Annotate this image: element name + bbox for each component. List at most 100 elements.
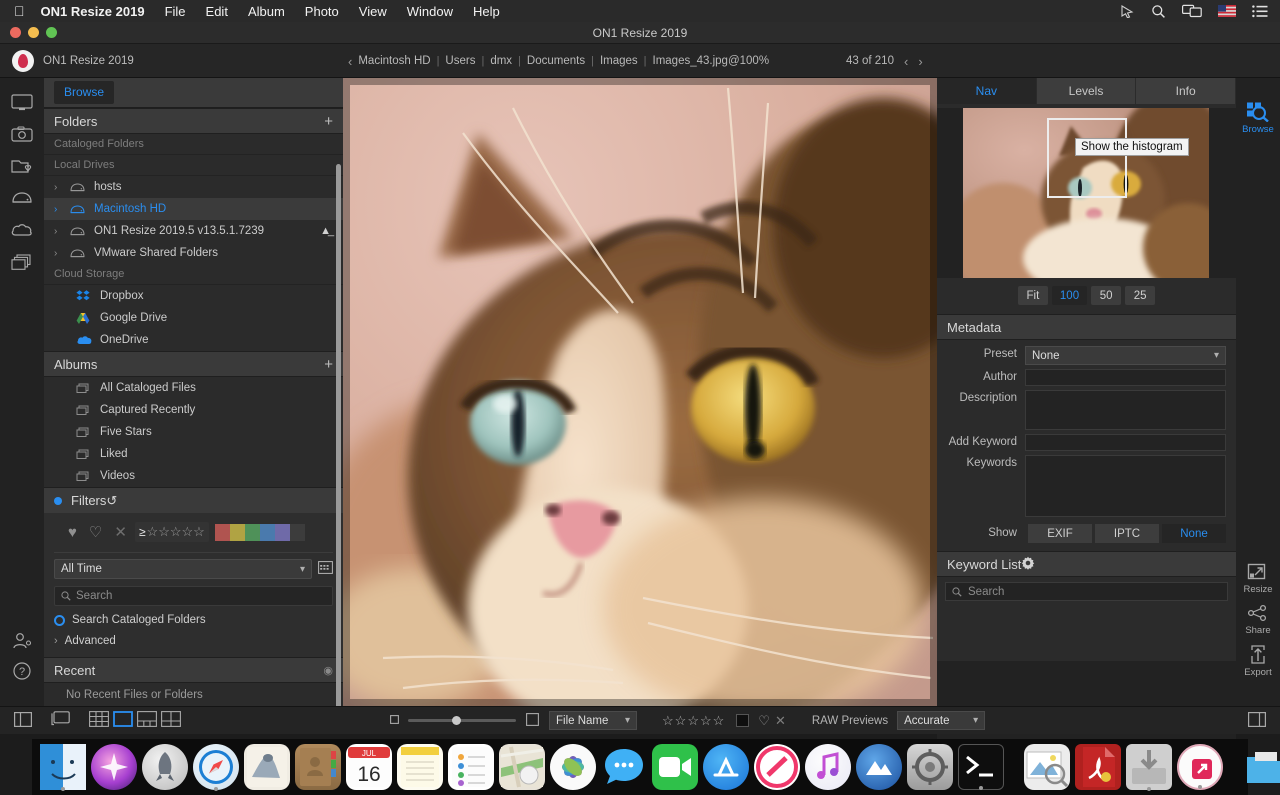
star-icon[interactable]: ☆ (193, 524, 205, 540)
dock-item-photos[interactable] (550, 744, 596, 790)
image-viewer[interactable] (343, 78, 937, 706)
folder-favorite-icon[interactable] (0, 150, 44, 182)
color-swatch-yellow[interactable] (230, 524, 245, 541)
albums-icon[interactable] (0, 246, 44, 278)
star-icon[interactable]: ☆ (687, 713, 699, 729)
dock-item-appstore[interactable] (703, 744, 749, 790)
disclosure-chevron-icon[interactable]: › (54, 635, 58, 647)
display-icon[interactable] (0, 86, 44, 118)
show-none-button[interactable]: None (1162, 524, 1226, 543)
add-folder-button[interactable]: + (324, 113, 333, 130)
search-icon[interactable] (1151, 4, 1166, 19)
keyword-search-input[interactable]: Search (945, 582, 1228, 601)
previous-image-button[interactable]: ‹ (904, 54, 908, 69)
dock-item-calendar[interactable]: JUL16 (346, 744, 392, 790)
cloud-row-google-drive[interactable]: Google Drive (44, 307, 343, 329)
drive-row-hosts[interactable]: › hosts (44, 176, 343, 198)
single-view-icon[interactable] (113, 711, 133, 730)
dock-item-terminal[interactable] (958, 744, 1004, 790)
help-icon[interactable]: ? (0, 656, 44, 686)
cloud-row-dropbox[interactable]: Dropbox (44, 285, 343, 307)
reject-x-icon[interactable]: ✕ (775, 713, 786, 729)
drive-row-vmware-shared[interactable]: › VMware Shared Folders (44, 242, 343, 264)
heart-outline-icon[interactable]: ♡ (758, 713, 770, 729)
dock-item-messages[interactable] (601, 744, 647, 790)
zoom-50-button[interactable]: 50 (1091, 286, 1121, 305)
keyword-list-section-header[interactable]: Keyword List (937, 551, 1236, 577)
color-swatch-red[interactable] (215, 524, 230, 541)
browse-module-button[interactable]: Browse (1236, 96, 1280, 140)
disclosure-chevron-icon[interactable]: › (54, 182, 70, 193)
dock-item-safari[interactable] (193, 744, 239, 790)
menubar-app-name[interactable]: ON1 Resize 2019 (41, 4, 145, 19)
clear-recent-button[interactable]: ◉ (323, 664, 333, 677)
zoom-25-button[interactable]: 25 (1125, 286, 1155, 305)
zoom-fit-button[interactable]: Fit (1018, 286, 1048, 305)
color-swatch-none[interactable] (290, 524, 305, 541)
add-album-button[interactable]: + (324, 356, 333, 373)
menu-view[interactable]: View (359, 4, 387, 19)
dock-item-itunes[interactable] (805, 744, 851, 790)
album-row-videos[interactable]: Videos (44, 465, 343, 487)
show-exif-button[interactable]: EXIF (1028, 524, 1092, 543)
album-row-captured-recently[interactable]: Captured Recently (44, 399, 343, 421)
rating-filter[interactable]: ≥ ☆ ☆ ☆ ☆ ☆ (135, 522, 209, 542)
heart-outline-icon[interactable]: ♡ (89, 523, 102, 541)
search-cataloged-folders-toggle[interactable]: Search Cataloged Folders (54, 614, 333, 626)
grid-view-icon[interactable] (89, 711, 109, 730)
account-icon[interactable] (0, 626, 44, 656)
tab-info[interactable]: Info (1136, 78, 1236, 104)
advanced-filters-toggle[interactable]: › Advanced (54, 635, 333, 647)
tab-levels[interactable]: Levels (1037, 78, 1137, 104)
breadcrumb-item-1[interactable]: Users (445, 55, 475, 67)
filter-search-input[interactable]: Search (54, 586, 333, 606)
left-panel-scrollbar[interactable] (336, 164, 341, 706)
filters-section-header[interactable]: Filters ↺ (44, 487, 343, 513)
star-icon[interactable]: ☆ (713, 713, 725, 729)
calendar-icon[interactable] (318, 560, 333, 579)
dock-item-maps[interactable] (499, 744, 545, 790)
dock-item-on1-resize[interactable] (1177, 744, 1223, 790)
dock-item-siri[interactable] (91, 744, 137, 790)
color-swatch-green[interactable] (245, 524, 260, 541)
disclosure-chevron-icon[interactable]: › (54, 226, 70, 237)
preview-icon[interactable] (51, 711, 70, 730)
breadcrumb-item-3[interactable]: Documents (527, 55, 585, 67)
dock-item-launchpad[interactable] (142, 744, 188, 790)
star-icon[interactable]: ☆ (662, 713, 674, 729)
show-iptc-button[interactable]: IPTC (1095, 524, 1159, 543)
camera-icon[interactable] (0, 118, 44, 150)
dock-item-appstore-alt[interactable] (856, 744, 902, 790)
dock-item-mail[interactable] (244, 744, 290, 790)
breadcrumb-item-0[interactable]: Macintosh HD (358, 55, 430, 67)
menu-edit[interactable]: Edit (206, 4, 228, 19)
thumbnail-size-slider[interactable] (408, 719, 516, 722)
rating-stars[interactable]: ☆ ☆ ☆ ☆ ☆ (662, 713, 724, 729)
toggle-left-panel-icon[interactable] (14, 712, 32, 730)
drive-row-on1-resize[interactable]: › ON1 Resize 2019.5 v13.5.1.7239 ▲̲ (44, 220, 343, 242)
cloud-icon[interactable] (0, 214, 44, 246)
heart-filled-icon[interactable]: ♥ (68, 524, 77, 541)
star-icon[interactable]: ☆ (700, 713, 712, 729)
star-icon[interactable]: ☆ (158, 524, 170, 540)
us-flag-icon[interactable] (1218, 5, 1236, 17)
raw-previews-select[interactable]: Accurate ▾ (897, 711, 985, 730)
dock-item-installer[interactable] (1126, 744, 1172, 790)
star-icon[interactable]: ☆ (147, 524, 159, 540)
recent-section-header[interactable]: Recent ◉ (44, 657, 343, 683)
folders-section-header[interactable]: Folders + (44, 108, 343, 134)
color-swatch-blue[interactable] (260, 524, 275, 541)
breadcrumb-item-2[interactable]: dmx (490, 55, 512, 67)
star-icon[interactable]: ☆ (170, 524, 182, 540)
eject-icon[interactable]: ▲̲ (320, 225, 331, 237)
menu-file[interactable]: File (165, 4, 186, 19)
share-module-button[interactable]: Share (1236, 598, 1280, 640)
dock-item-notes[interactable] (397, 744, 443, 790)
album-row-five-stars[interactable]: Five Stars (44, 421, 343, 443)
menu-window[interactable]: Window (407, 4, 453, 19)
author-input[interactable] (1025, 369, 1226, 386)
menu-help[interactable]: Help (473, 4, 500, 19)
breadcrumb-back-icon[interactable]: ‹ (348, 54, 352, 69)
breadcrumb-item-4[interactable]: Images (600, 55, 638, 67)
rating-operator[interactable]: ≥ (139, 525, 146, 539)
